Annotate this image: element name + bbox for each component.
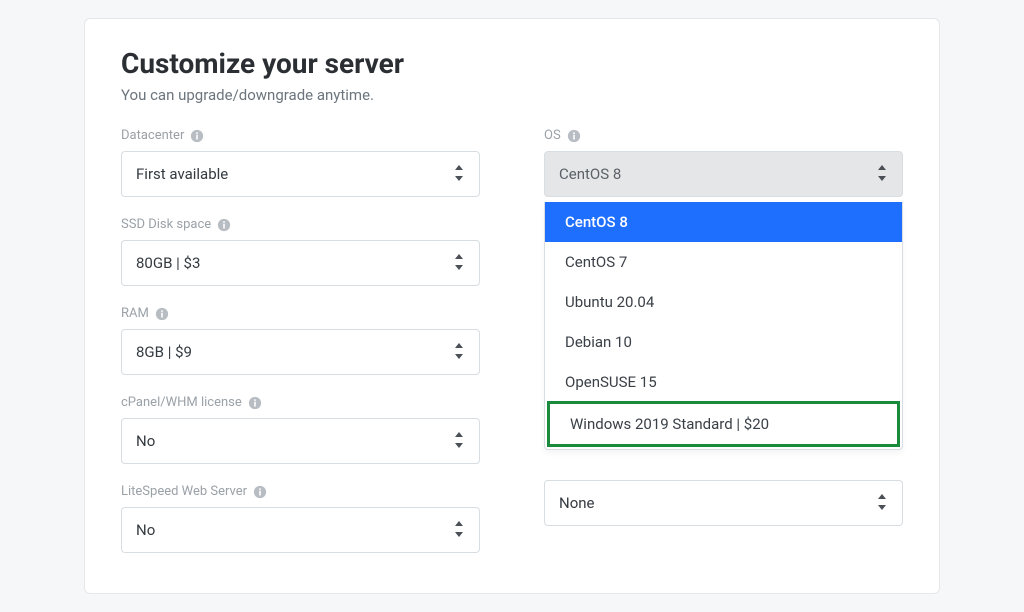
label-litespeed: LiteSpeed Web Server — [121, 484, 480, 499]
label-datacenter: Datacenter — [121, 128, 480, 143]
form-columns: Datacenter First available SSD Disk — [121, 128, 903, 573]
os-option-debian[interactable]: Debian 10 — [545, 322, 902, 362]
field-litespeed: LiteSpeed Web Server No — [121, 484, 480, 553]
field-os: OS CentOS 8 — [544, 128, 903, 197]
label-text: Datacenter — [121, 128, 184, 143]
os-option-centos7[interactable]: CentOS 7 — [545, 242, 902, 282]
os-option-ubuntu[interactable]: Ubuntu 20.04 — [545, 282, 902, 322]
field-cpanel: cPanel/WHM license No — [121, 395, 480, 464]
select-cpanel-right[interactable]: None — [544, 480, 903, 526]
select-value: 8GB | $9 — [136, 343, 192, 361]
label-ram: RAM — [121, 306, 480, 321]
label-text: SSD Disk space — [121, 217, 211, 232]
select-value: No — [136, 432, 155, 450]
customize-server-card: Customize your server You can upgrade/do… — [84, 18, 940, 594]
label-text: LiteSpeed Web Server — [121, 484, 247, 499]
info-icon[interactable] — [248, 396, 262, 410]
select-ram[interactable]: 8GB | $9 — [121, 329, 480, 375]
label-text: cPanel/WHM license — [121, 395, 242, 410]
info-icon[interactable] — [253, 485, 267, 499]
os-option-opensuse[interactable]: OpenSUSE 15 — [545, 362, 902, 402]
page-subtitle: You can upgrade/downgrade anytime. — [121, 86, 903, 104]
field-ssd: SSD Disk space 80GB | $3 — [121, 217, 480, 286]
page-title: Customize your server — [121, 47, 903, 80]
select-value: 80GB | $3 — [136, 254, 200, 272]
os-option-centos8[interactable]: CentOS 8 — [545, 202, 902, 242]
os-option-windows[interactable]: Windows 2019 Standard | $20 — [547, 401, 900, 447]
select-litespeed[interactable]: No — [121, 507, 480, 553]
info-icon[interactable] — [217, 218, 231, 232]
os-dropdown: CentOS 8 CentOS 7 Ubuntu 20.04 Debian 10… — [544, 202, 903, 450]
right-column: OS CentOS 8 CentOS 8 CentOS 7 — [544, 128, 903, 573]
select-datacenter[interactable]: First available — [121, 151, 480, 197]
left-column: Datacenter First available SSD Disk — [121, 128, 480, 573]
info-icon[interactable] — [155, 307, 169, 321]
label-ssd: SSD Disk space — [121, 217, 480, 232]
label-text: RAM — [121, 306, 149, 321]
select-value: No — [136, 521, 155, 539]
info-icon[interactable] — [190, 129, 204, 143]
field-datacenter: Datacenter First available — [121, 128, 480, 197]
label-cpanel: cPanel/WHM license — [121, 395, 480, 410]
label-os: OS — [544, 128, 903, 143]
select-ssd[interactable]: 80GB | $3 — [121, 240, 480, 286]
select-value: First available — [136, 165, 228, 183]
select-value: CentOS 8 — [559, 165, 621, 183]
info-icon[interactable] — [567, 129, 581, 143]
select-value: None — [559, 494, 595, 512]
label-text: OS — [544, 128, 561, 143]
select-cpanel[interactable]: No — [121, 418, 480, 464]
field-cpanel-right: None — [544, 480, 903, 526]
field-ram: RAM 8GB | $9 — [121, 306, 480, 375]
select-os[interactable]: CentOS 8 — [544, 151, 903, 197]
